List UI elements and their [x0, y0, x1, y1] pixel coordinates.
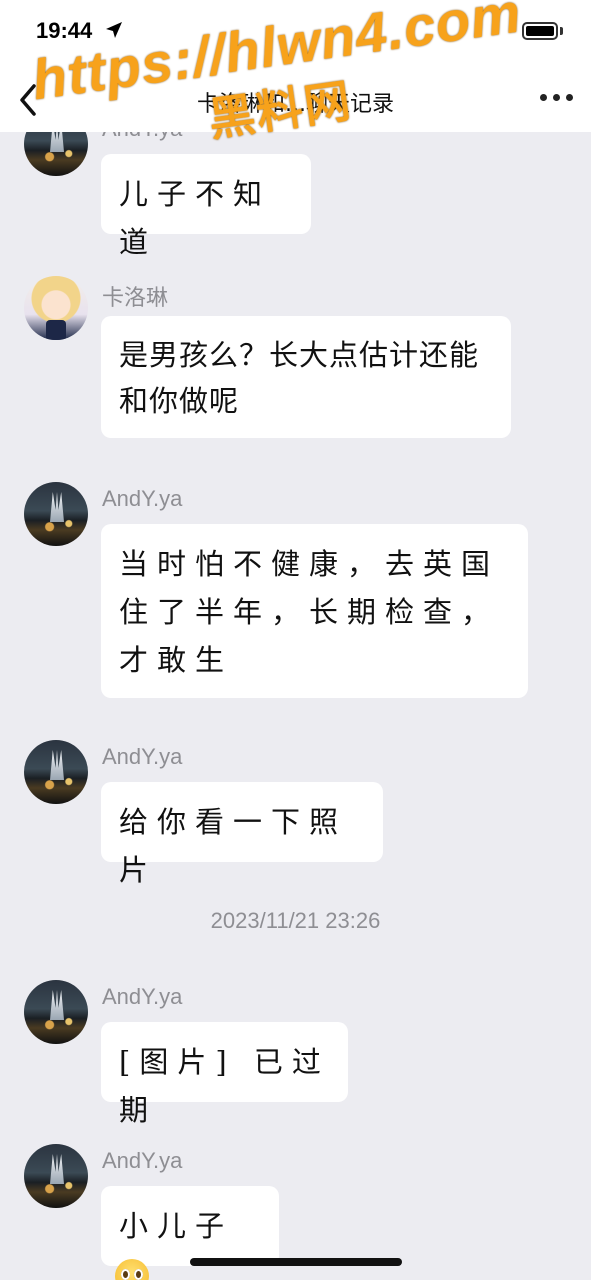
- home-indicator[interactable]: [190, 1258, 402, 1266]
- avatar[interactable]: [24, 276, 88, 340]
- status-time: 19:44: [36, 18, 93, 43]
- message-bubble[interactable]: 给你看一下照片: [101, 782, 383, 887]
- message-bubble[interactable]: [图片] 已过期: [101, 1022, 348, 1127]
- sender-name: AndY.ya: [102, 486, 183, 511]
- battery-cap: [560, 27, 563, 35]
- chat-timestamp: 2023/11/21 23:26: [210, 908, 381, 933]
- avatar[interactable]: [24, 132, 88, 176]
- message-bubble[interactable]: 当时怕不健康，去英国住了半年，长期检查，才敢生: [101, 524, 528, 698]
- battery-icon: [522, 22, 558, 40]
- message-bubble[interactable]: 是男孩么？长大点估计还能和你做呢: [101, 316, 511, 438]
- sender-name: AndY.ya: [102, 984, 183, 1009]
- navigation-bar: 19:44 卡洛琳和...聊天记录 https://hlwn4.com 黑料网: [0, 0, 591, 147]
- sender-name: 卡洛琳: [102, 285, 169, 310]
- avatar[interactable]: [24, 1144, 88, 1208]
- sender-name: AndY.ya: [102, 744, 183, 769]
- location-arrow-icon: [106, 22, 122, 38]
- message-text: 小儿子: [119, 1209, 234, 1243]
- page-title: 卡洛琳和...聊天记录: [197, 92, 394, 117]
- sender-name: AndY.ya: [102, 132, 182, 142]
- blushing-face-emoji-icon: [115, 1259, 149, 1280]
- avatar[interactable]: [24, 482, 88, 546]
- sender-name: AndY.ya: [102, 1148, 183, 1173]
- avatar[interactable]: [24, 980, 88, 1044]
- message-bubble[interactable]: 小儿子: [101, 1186, 279, 1280]
- chat-history[interactable]: AndY.ya 儿子不知道 卡洛琳 是男孩么？长大点估计还能和你做呢 AndY.…: [0, 132, 591, 1280]
- more-options-icon[interactable]: [540, 94, 574, 104]
- message-bubble[interactable]: 儿子不知道: [101, 154, 311, 259]
- avatar[interactable]: [24, 740, 88, 804]
